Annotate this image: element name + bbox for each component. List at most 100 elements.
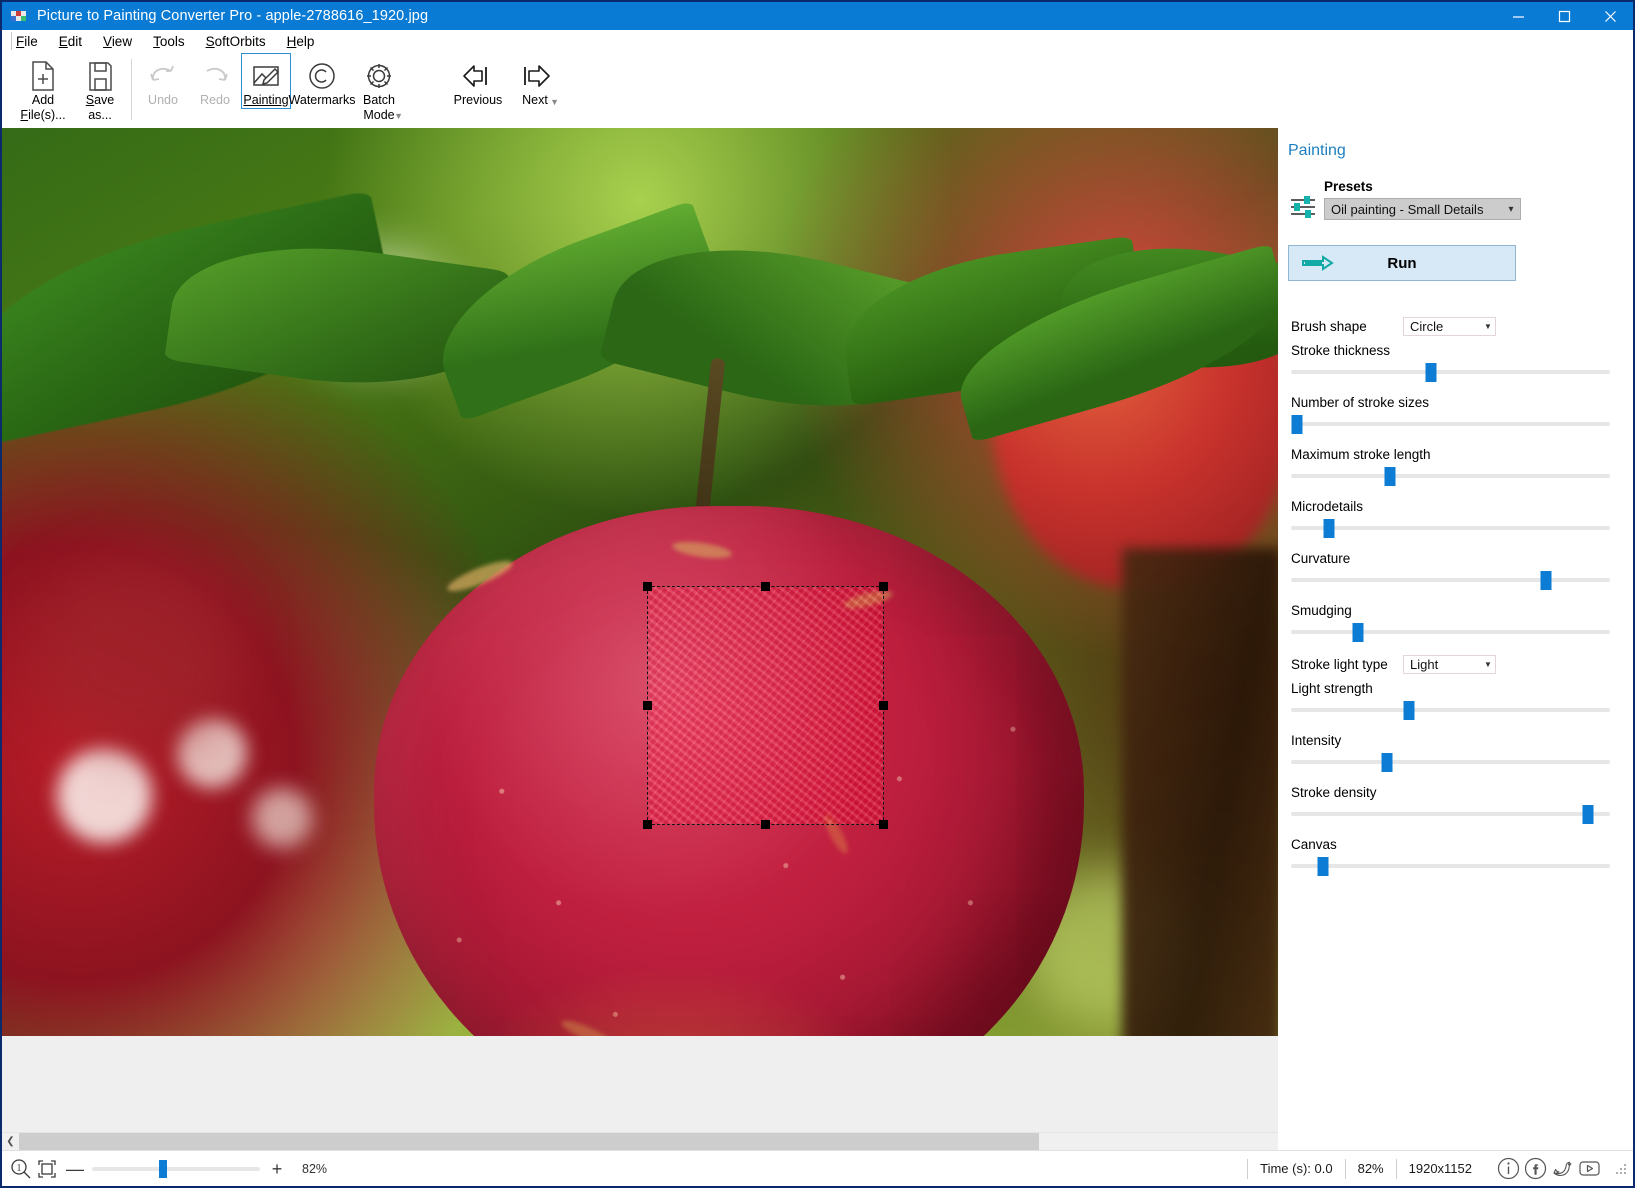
menu-item-view[interactable]: View [103, 34, 132, 49]
title-bar: Picture to Painting Converter Pro - appl… [2, 2, 1633, 30]
slider-thumb[interactable] [1381, 753, 1393, 772]
slider-label: Curvature [1291, 551, 1351, 566]
slider-track[interactable] [1291, 422, 1610, 426]
slider-canvas[interactable] [1291, 856, 1610, 876]
slider-stroke-density[interactable] [1291, 804, 1610, 824]
add-files-label-line2: File(s)... [20, 108, 65, 123]
selection-handle-n[interactable] [760, 582, 770, 591]
watermarks-button[interactable]: Watermarks [289, 53, 355, 108]
twitter-icon[interactable] [1550, 1156, 1575, 1181]
selection-handle-s[interactable] [760, 820, 770, 829]
menu-item-edit[interactable]: Edit [59, 34, 82, 49]
image-canvas[interactable] [2, 128, 1278, 1036]
slider-label: Number of stroke sizes [1291, 395, 1430, 410]
zoom-fit-icon[interactable] [36, 1158, 58, 1180]
slider-thumb[interactable] [1384, 467, 1396, 486]
scroll-left-icon[interactable]: ❮ [2, 1133, 19, 1150]
slider-track[interactable] [1291, 474, 1610, 478]
slider-group-top: Stroke thickness Number of stroke sizes Ma… [1278, 343, 1633, 642]
close-button[interactable] [1587, 2, 1633, 30]
slider-thumb[interactable] [1403, 701, 1415, 720]
slider-thumb[interactable] [1352, 623, 1364, 642]
painting-button[interactable]: Painting [241, 53, 291, 109]
selection-handle-e[interactable] [879, 700, 888, 710]
copyright-icon [307, 59, 337, 93]
toolbar-overflow-icon-2[interactable]: ▼ [550, 97, 559, 106]
slider-track[interactable] [1291, 526, 1610, 530]
slider-thumb[interactable] [1425, 363, 1437, 382]
slider-track[interactable] [1291, 630, 1610, 634]
slider-label: Stroke thickness [1291, 343, 1391, 358]
minimize-button[interactable] [1495, 2, 1541, 30]
panel-title: Painting [1288, 142, 1346, 159]
menu-item-softorbits[interactable]: SoftOrbits [206, 34, 266, 49]
slider-light-strength[interactable] [1291, 700, 1610, 720]
selection-handle-nw[interactable] [643, 582, 652, 591]
brush-shape-select[interactable]: Circle ▼ [1403, 317, 1496, 336]
slider-track[interactable] [1291, 760, 1610, 764]
sliders-icon [1288, 192, 1318, 222]
zoom-actual-size-icon[interactable]: 1 [10, 1158, 32, 1180]
stroke-light-type-select[interactable]: Light ▼ [1403, 655, 1496, 674]
selection-handle-sw[interactable] [643, 820, 652, 829]
slider-track[interactable] [1291, 708, 1610, 712]
menu-rest-edit: dit [67, 34, 83, 49]
selection-rectangle[interactable] [643, 582, 888, 829]
slider-smudging[interactable] [1291, 622, 1610, 642]
scroll-track[interactable] [19, 1133, 1278, 1150]
slider-maximum-stroke-length[interactable] [1291, 466, 1610, 486]
selection-handle-ne[interactable] [879, 582, 888, 591]
maximize-button[interactable] [1541, 2, 1587, 30]
menu-item-file[interactable]: File [16, 34, 38, 49]
status-dimensions: 1920x1152 [1395, 1158, 1484, 1179]
slider-curvature[interactable] [1291, 570, 1610, 590]
slider-stroke-thickness[interactable] [1291, 362, 1610, 382]
menu-accel-help: H [286, 34, 297, 49]
facebook-icon[interactable] [1523, 1156, 1548, 1181]
selection-handle-w[interactable] [643, 700, 652, 710]
slider-thumb[interactable] [1291, 415, 1303, 434]
painting-label-underline: Painting [243, 93, 289, 107]
slider-label: Light strength [1291, 681, 1373, 696]
run-button[interactable]: Run [1288, 245, 1516, 281]
horizontal-scrollbar[interactable]: ❮ [2, 1132, 1278, 1150]
previous-button[interactable]: Previous [447, 53, 509, 108]
slider-microdetails[interactable] [1291, 518, 1610, 538]
slider-field: Stroke thickness [1278, 343, 1633, 382]
zoom-in-button[interactable]: + [264, 1160, 290, 1178]
slider-thumb[interactable] [1540, 571, 1552, 590]
batch-mode-label-line1: Batch [363, 93, 395, 107]
add-file-icon [28, 59, 58, 93]
painting-preview-region [648, 587, 883, 824]
scroll-thumb[interactable] [19, 1133, 1039, 1150]
slider-track[interactable] [1291, 864, 1610, 868]
slider-track[interactable] [1291, 812, 1610, 816]
save-as-button[interactable]: Save as... [74, 53, 126, 122]
slider-thumb[interactable] [1323, 519, 1335, 538]
zoom-slider[interactable] [92, 1159, 260, 1178]
zoom-slider-thumb[interactable] [158, 1159, 167, 1178]
status-time: Time (s): 0.0 [1247, 1158, 1344, 1179]
preset-select[interactable]: Oil painting - Small Details ▾ [1324, 198, 1521, 220]
youtube-icon[interactable] [1577, 1156, 1602, 1181]
slider-track[interactable] [1291, 578, 1610, 582]
selection-handle-se[interactable] [879, 820, 888, 829]
save-as-rest: ave [94, 93, 115, 107]
slider-track[interactable] [1291, 370, 1610, 374]
slider-intensity[interactable] [1291, 752, 1610, 772]
slider-number-of-stroke-sizes[interactable] [1291, 414, 1610, 434]
slider-thumb[interactable] [1317, 857, 1329, 876]
toolbar-overflow-icon-1[interactable]: ▼ [394, 112, 403, 121]
resize-grip-icon[interactable] [1614, 1162, 1628, 1176]
menu-rest-file: ile [24, 34, 38, 49]
menu-item-tools[interactable]: Tools [153, 34, 185, 49]
zoom-out-button[interactable]: — [62, 1160, 88, 1178]
redo-button[interactable]: Redo [189, 53, 241, 108]
slider-label: Maximum stroke length [1291, 447, 1431, 462]
undo-button[interactable]: Undo [137, 53, 189, 108]
info-icon[interactable] [1496, 1156, 1521, 1181]
batch-mode-group: Batch Mode ▼ [353, 53, 405, 122]
menu-item-help[interactable]: Help [287, 34, 315, 49]
slider-thumb[interactable] [1582, 805, 1594, 824]
add-files-button[interactable]: Add File(s)... [12, 53, 74, 122]
